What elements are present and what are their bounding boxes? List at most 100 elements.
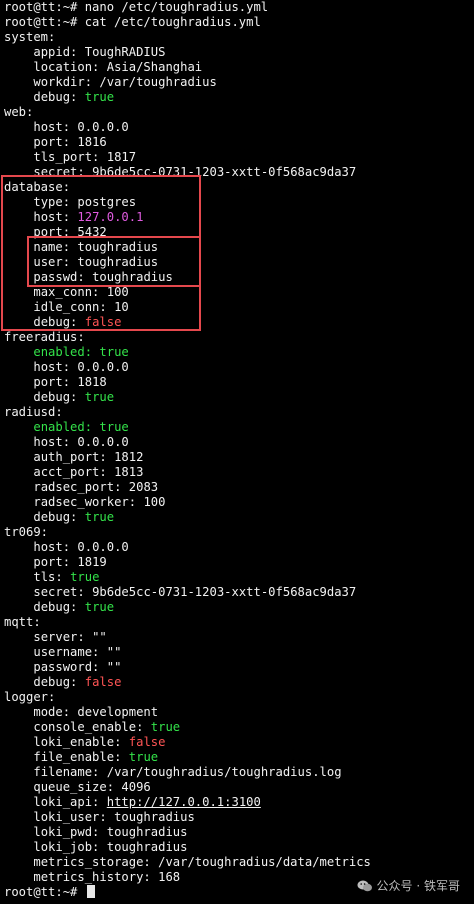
yaml-value: true xyxy=(150,720,181,734)
yaml-value: 0.0.0.0 xyxy=(77,540,129,554)
yaml-key: appid: xyxy=(33,45,78,59)
yaml-entry-line: port: 5432 xyxy=(0,225,474,240)
yaml-value: true xyxy=(99,345,129,359)
yaml-entry-line: type: postgres xyxy=(0,195,474,210)
yaml-entry-line: loki_pwd: toughradius xyxy=(0,825,474,840)
yaml-value: true xyxy=(84,390,115,404)
wechat-icon xyxy=(357,880,372,891)
yaml-key: debug: xyxy=(33,675,78,689)
yaml-key: metrics_storage: xyxy=(33,855,151,869)
final-prompt: root@tt:~# xyxy=(4,885,85,899)
yaml-entry-line: radsec_port: 2083 xyxy=(0,480,474,495)
command-line-nano: root@tt:~# nano /etc/toughradius.yml xyxy=(4,0,269,14)
yaml-entry-line: tls_port: 1817 xyxy=(0,150,474,165)
yaml-entry-line: debug: true xyxy=(0,90,474,105)
yaml-entry-line: secret: 9b6de5cc-0731-1203-xxtt-0f568ac9… xyxy=(0,165,474,180)
yaml-key: metrics_history: xyxy=(33,870,151,884)
command-line-cat: root@tt:~# cat /etc/toughradius.yml xyxy=(4,15,261,29)
yaml-entry-line: idle_conn: 10 xyxy=(0,300,474,315)
yaml-url-value[interactable]: http://127.0.0.1:3100 xyxy=(107,795,261,809)
yaml-key: passwd: xyxy=(33,270,85,284)
yaml-key: host: xyxy=(33,435,71,449)
yaml-key: radsec_port: xyxy=(33,480,122,494)
yaml-entry-line: port: 1819 xyxy=(0,555,474,570)
yaml-value: ToughRADIUS xyxy=(84,45,166,59)
yaml-value: /var/toughradius/toughradius.log xyxy=(106,765,342,779)
yaml-key: radsec_worker: xyxy=(33,495,137,509)
yaml-value: 2083 xyxy=(128,480,159,494)
yaml-value: 4096 xyxy=(121,780,151,794)
yaml-key: secret: xyxy=(33,585,85,599)
yaml-section-line: radiusd: xyxy=(0,405,474,420)
yaml-value: 1813 xyxy=(114,465,144,479)
yaml-section-line: freeradius: xyxy=(0,330,474,345)
yaml-key: host: xyxy=(33,360,71,374)
yaml-key: max_conn: xyxy=(33,285,100,299)
yaml-entry-line: acct_port: 1813 xyxy=(0,465,474,480)
yaml-key: password: xyxy=(33,660,100,674)
yaml-value: true xyxy=(128,750,159,764)
yaml-entry-line: appid: ToughRADIUS xyxy=(0,45,474,60)
terminal-window[interactable]: root@tt:~# nano /etc/toughradius.yml roo… xyxy=(0,0,474,904)
yaml-section-line: web: xyxy=(0,105,474,120)
yaml-entry-line: metrics_storage: /var/toughradius/data/m… xyxy=(0,855,474,870)
yaml-key: filename: xyxy=(33,765,100,779)
yaml-entry-line: secret: 9b6de5cc-0731-1203-xxtt-0f568ac9… xyxy=(0,585,474,600)
yaml-key: loki_job: xyxy=(33,840,100,854)
yaml-entry-line: passwd: toughradius xyxy=(0,270,474,285)
yaml-key: host: xyxy=(33,540,71,554)
yaml-value: 10 xyxy=(114,300,129,314)
yaml-key: loki_pwd: xyxy=(33,825,100,839)
yaml-section-line: database: xyxy=(0,180,474,195)
yaml-key: file_enable: xyxy=(33,750,122,764)
yaml-key: freeradius: xyxy=(4,330,85,344)
yaml-key: mqtt: xyxy=(4,615,41,629)
yaml-key: server: xyxy=(33,630,85,644)
yaml-key: debug: xyxy=(33,315,78,329)
yaml-value: 100 xyxy=(143,495,166,509)
yaml-key: tls_port: xyxy=(33,150,100,164)
yaml-value: 0.0.0.0 xyxy=(77,360,129,374)
yaml-entry-line: host: 0.0.0.0 xyxy=(0,360,474,375)
yaml-key: username: xyxy=(33,645,100,659)
yaml-key: port: xyxy=(33,555,71,569)
yaml-section-line: tr069: xyxy=(0,525,474,540)
yaml-value: toughradius xyxy=(106,825,188,839)
yaml-entry-line: host: 0.0.0.0 xyxy=(0,540,474,555)
yaml-entry-line: host: 127.0.0.1 xyxy=(0,210,474,225)
yaml-value: toughradius xyxy=(92,270,173,284)
yaml-key: location: xyxy=(33,60,100,74)
yaml-key: port: xyxy=(33,225,71,239)
yaml-key: workdir: xyxy=(33,75,93,89)
yaml-output: system: appid: ToughRADIUS location: Asi… xyxy=(0,30,474,885)
yaml-key: loki_enable: xyxy=(33,735,122,749)
yaml-value: 1812 xyxy=(114,450,144,464)
yaml-key: queue_size: xyxy=(33,780,115,794)
yaml-key: debug: xyxy=(33,600,78,614)
yaml-value: /var/toughradius/data/metrics xyxy=(158,855,371,869)
yaml-key: enabled: xyxy=(33,345,93,359)
yaml-entry-line: user: toughradius xyxy=(0,255,474,270)
yaml-value: false xyxy=(84,675,122,689)
yaml-key: system: xyxy=(4,30,56,44)
yaml-key: host: xyxy=(33,210,71,224)
yaml-key: radiusd: xyxy=(4,405,63,419)
yaml-key: debug: xyxy=(33,510,78,524)
yaml-entry-line: workdir: /var/toughradius xyxy=(0,75,474,90)
yaml-key: tr069: xyxy=(4,525,49,539)
yaml-value: 127.0.0.1 xyxy=(77,210,144,224)
yaml-section-line: system: xyxy=(0,30,474,45)
yaml-value: "" xyxy=(106,660,122,674)
yaml-key: console_enable: xyxy=(33,720,144,734)
yaml-value: true xyxy=(84,510,115,524)
yaml-key: port: xyxy=(33,135,71,149)
yaml-value: 168 xyxy=(158,870,181,884)
yaml-entry-line: name: toughradius xyxy=(0,240,474,255)
yaml-key: debug: xyxy=(33,90,78,104)
yaml-entry-line: debug: true xyxy=(0,510,474,525)
yaml-value: 1819 xyxy=(77,555,107,569)
yaml-entry-line: loki_enable: false xyxy=(0,735,474,750)
yaml-value: true xyxy=(84,90,115,104)
yaml-key: port: xyxy=(33,375,71,389)
yaml-entry-line: loki_api: http://127.0.0.1:3100 xyxy=(0,795,474,810)
